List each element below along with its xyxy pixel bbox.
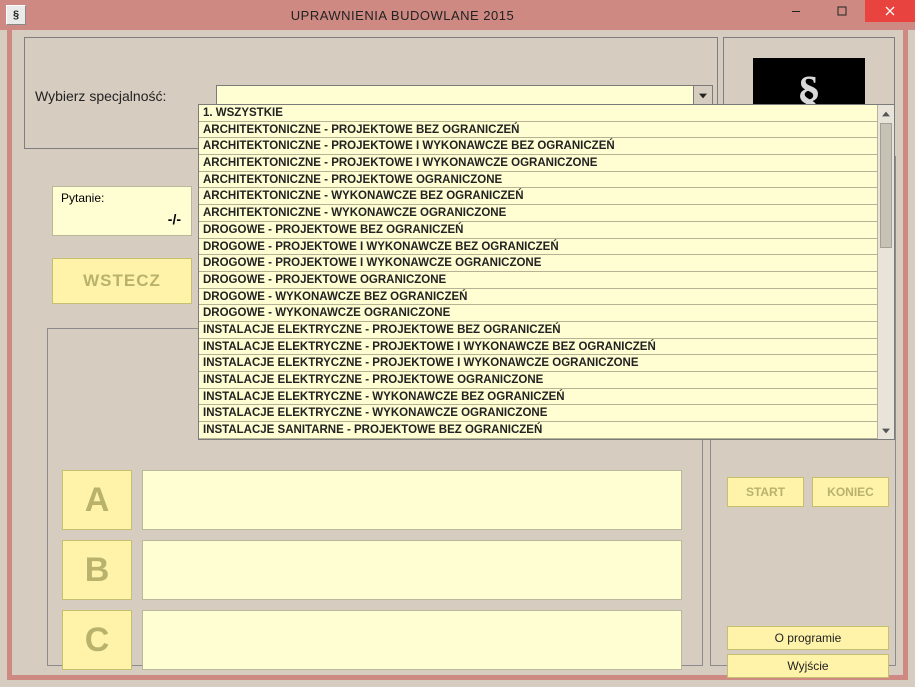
about-button[interactable]: O programie	[727, 626, 889, 650]
end-button[interactable]: KONIEC	[812, 477, 889, 507]
app-icon: §	[6, 5, 26, 25]
dropdown-item[interactable]: ARCHITEKTONICZNE - PROJEKTOWE BEZ OGRANI…	[199, 122, 877, 139]
dropdown-item[interactable]: DROGOWE - WYKONAWCZE BEZ OGRANICZEŃ	[199, 289, 877, 306]
title-bar: § UPRAWNIENIA BUDOWLANE 2015	[0, 0, 915, 30]
dropdown-item[interactable]: INSTALACJE ELEKTRYCZNE - WYKONAWCZE BEZ …	[199, 389, 877, 406]
exit-button[interactable]: Wyjście	[727, 654, 889, 678]
question-counter-box: Pytanie: -/-	[52, 186, 192, 236]
dropdown-item[interactable]: DROGOWE - PROJEKTOWE BEZ OGRANICZEŃ	[199, 222, 877, 239]
dropdown-item[interactable]: ARCHITEKTONICZNE - PROJEKTOWE OGRANICZON…	[199, 172, 877, 189]
dropdown-item[interactable]: ARCHITEKTONICZNE - WYKONAWCZE BEZ OGRANI…	[199, 188, 877, 205]
specialty-label: Wybierz specjalność:	[35, 88, 166, 104]
answer-a-button[interactable]: A	[62, 470, 132, 530]
scroll-up-icon[interactable]	[878, 105, 894, 122]
dropdown-item[interactable]: INSTALACJE ELEKTRYCZNE - PROJEKTOWE I WY…	[199, 339, 877, 356]
dropdown-item[interactable]: INSTALACJE ELEKTRYCZNE - WYKONAWCZE OGRA…	[199, 405, 877, 422]
scroll-down-icon[interactable]	[878, 422, 894, 439]
question-counter-label: Pytanie:	[61, 191, 104, 205]
specialty-dropdown-list[interactable]: 1. WSZYSTKIE ARCHITEKTONICZNE - PROJEKTO…	[198, 104, 895, 440]
dropdown-item[interactable]: 1. WSZYSTKIE	[199, 105, 877, 122]
dropdown-item[interactable]: INSTALACJE SANITARNE - PROJEKTOWE BEZ OG…	[199, 422, 877, 439]
question-counter-value: -/-	[168, 211, 181, 227]
dropdown-item[interactable]: DROGOWE - PROJEKTOWE OGRANICZONE	[199, 272, 877, 289]
dropdown-item[interactable]: DROGOWE - PROJEKTOWE I WYKONAWCZE OGRANI…	[199, 255, 877, 272]
close-button[interactable]	[865, 0, 915, 22]
maximize-button[interactable]	[819, 0, 865, 22]
answer-b-text	[142, 540, 682, 600]
window-title: UPRAWNIENIA BUDOWLANE 2015	[32, 8, 773, 23]
answer-b-button[interactable]: B	[62, 540, 132, 600]
scroll-thumb[interactable]	[880, 123, 892, 248]
back-button[interactable]: WSTECZ	[52, 258, 192, 304]
answer-a-text	[142, 470, 682, 530]
minimize-button[interactable]	[773, 0, 819, 22]
dropdown-items-container: 1. WSZYSTKIE ARCHITEKTONICZNE - PROJEKTO…	[199, 105, 877, 439]
dropdown-item[interactable]: ARCHITEKTONICZNE - PROJEKTOWE I WYKONAWC…	[199, 138, 877, 155]
specialty-combobox-value	[217, 86, 693, 106]
dropdown-item[interactable]: INSTALACJE ELEKTRYCZNE - PROJEKTOWE BEZ …	[199, 322, 877, 339]
answer-c-text	[142, 610, 682, 670]
dropdown-item[interactable]: ARCHITEKTONICZNE - PROJEKTOWE I WYKONAWC…	[199, 155, 877, 172]
dropdown-item[interactable]: INSTALACJE ELEKTRYCZNE - PROJEKTOWE I WY…	[199, 355, 877, 372]
dropdown-item[interactable]: DROGOWE - WYKONAWCZE OGRANICZONE	[199, 305, 877, 322]
dropdown-item[interactable]: INSTALACJE ELEKTRYCZNE - PROJEKTOWE OGRA…	[199, 372, 877, 389]
answer-c-button[interactable]: C	[62, 610, 132, 670]
dropdown-item[interactable]: ARCHITEKTONICZNE - WYKONAWCZE OGRANICZON…	[199, 205, 877, 222]
chevron-down-icon[interactable]	[693, 86, 712, 106]
start-button[interactable]: START	[727, 477, 804, 507]
dropdown-item[interactable]: DROGOWE - PROJEKTOWE I WYKONAWCZE BEZ OG…	[199, 239, 877, 256]
dropdown-scrollbar[interactable]	[877, 105, 894, 439]
